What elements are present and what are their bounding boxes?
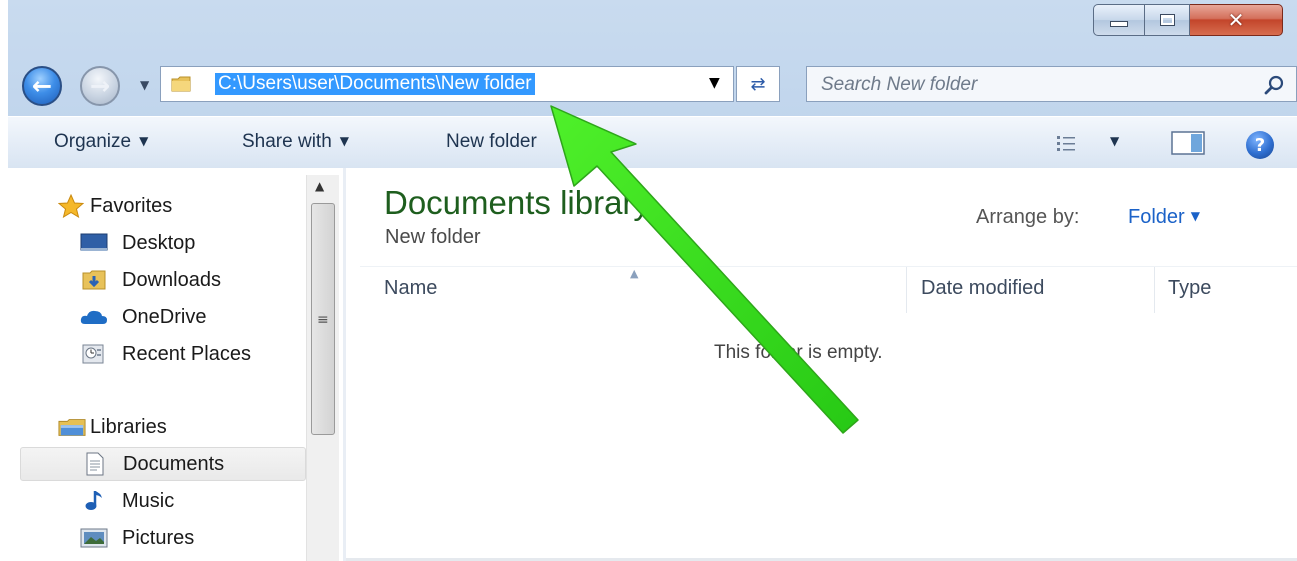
sidebar-item-recent-places[interactable]: Recent Places (80, 337, 251, 371)
cloud-icon (80, 305, 108, 329)
arrange-by-dropdown[interactable]: Folder ▼ (1128, 206, 1200, 229)
address-bar[interactable]: C:\Users\user\Documents\New folder ▼ (160, 66, 734, 102)
empty-folder-message: This folder is empty. (714, 342, 883, 363)
organize-menu[interactable]: Organize ▼ (54, 131, 148, 153)
sidebar-label-favorites: Favorites (90, 194, 173, 217)
recent-places-icon (80, 342, 108, 366)
music-note-icon (80, 489, 108, 513)
chevron-down-icon: ▼ (139, 134, 149, 148)
desktop-icon (80, 231, 108, 255)
address-path[interactable]: C:\Users\user\Documents\New folder (215, 73, 535, 95)
help-icon[interactable]: ? (1246, 131, 1274, 159)
organize-label: Organize (54, 131, 132, 152)
search-input[interactable]: Search New folder (806, 66, 1297, 102)
maximize-icon (1159, 14, 1175, 26)
folder-icon (171, 76, 191, 92)
search-placeholder: Search New folder (821, 74, 978, 95)
sidebar-label-recent-places: Recent Places (122, 342, 251, 365)
document-icon (81, 452, 109, 476)
grip-icon: ≡ (317, 312, 329, 328)
star-icon (56, 194, 86, 218)
help-glyph: ? (1254, 134, 1266, 156)
column-divider[interactable] (1154, 267, 1155, 313)
navigation-pane: Favorites Desktop Downloads OneDrive Rec… (8, 168, 343, 561)
sidebar-label-desktop: Desktop (122, 231, 196, 254)
pictures-icon (80, 526, 108, 550)
downloads-icon (80, 268, 108, 292)
caption-buttons: ✕ (1093, 4, 1283, 36)
close-button[interactable]: ✕ (1190, 4, 1283, 36)
column-header-date-modified[interactable]: Date modified (921, 277, 1044, 300)
sidebar-item-downloads[interactable]: Downloads (80, 263, 221, 297)
sidebar-label-onedrive: OneDrive (122, 305, 207, 328)
forward-button[interactable]: → (80, 66, 120, 106)
library-title: Documents library (384, 184, 650, 221)
refresh-icon: ⇄ (750, 73, 766, 95)
scroll-thumb[interactable]: ≡ (311, 203, 335, 435)
sidebar-header-libraries[interactable]: Libraries (58, 410, 167, 444)
column-header-name[interactable]: Name (384, 277, 437, 300)
column-divider[interactable] (906, 267, 907, 313)
share-with-menu[interactable]: Share with ▼ (242, 131, 349, 153)
column-header-row: ▲ Name Date modified Type (360, 266, 1297, 313)
sidebar-label-music: Music (122, 489, 175, 512)
chevron-down-icon: ▼ (339, 134, 350, 148)
chevron-down-icon: ▼ (1190, 209, 1200, 223)
sidebar-item-desktop[interactable]: Desktop (80, 226, 195, 260)
forward-arrow-icon: → (89, 72, 111, 100)
column-header-type[interactable]: Type (1168, 277, 1211, 300)
minimize-icon (1110, 21, 1128, 27)
navigation-scrollbar[interactable]: ▲ ≡ (306, 175, 339, 561)
command-bar: Organize ▼ Share with ▼ New folder ▼ ? (8, 116, 1297, 170)
libraries-icon (58, 415, 86, 439)
share-with-label: Share with (242, 131, 332, 152)
new-folder-label: New folder (446, 131, 537, 152)
back-button[interactable]: ← (22, 66, 62, 106)
sidebar-header-favorites[interactable]: Favorites (56, 189, 172, 223)
screen-left-edge (0, 0, 8, 561)
search-icon[interactable] (1264, 74, 1286, 96)
views-dropdown-icon[interactable]: ▼ (1110, 134, 1119, 148)
sidebar-item-documents[interactable]: Documents (20, 447, 306, 481)
back-arrow-icon: ← (31, 72, 53, 100)
sidebar-item-music[interactable]: Music (80, 484, 174, 518)
sidebar-label-pictures: Pictures (122, 526, 195, 549)
recent-pages-dropdown[interactable]: ▼ (140, 78, 154, 92)
library-subtitle: New folder (385, 226, 481, 248)
arrange-by-value: Folder (1128, 206, 1185, 228)
sidebar-label-libraries: Libraries (90, 415, 167, 438)
content-pane: Documents library New folder Arrange by:… (346, 168, 1297, 561)
refresh-button[interactable]: ⇄ (736, 66, 780, 102)
sidebar-item-onedrive[interactable]: OneDrive (80, 300, 206, 334)
close-icon: ✕ (1227, 8, 1245, 32)
maximize-button[interactable] (1145, 4, 1190, 36)
address-dropdown-icon[interactable]: ▼ (709, 75, 720, 91)
arrange-by-label: Arrange by: (976, 206, 1080, 228)
sidebar-label-downloads: Downloads (122, 268, 221, 291)
minimize-button[interactable] (1093, 4, 1145, 36)
change-view-icon[interactable] (1056, 134, 1076, 152)
preview-pane-icon[interactable] (1171, 131, 1205, 155)
sort-ascending-icon: ▲ (630, 267, 639, 280)
sidebar-label-documents: Documents (123, 452, 225, 475)
new-folder-button[interactable]: New folder (446, 131, 537, 153)
sidebar-item-pictures[interactable]: Pictures (80, 521, 194, 555)
scroll-up-icon[interactable]: ▲ (315, 179, 324, 193)
